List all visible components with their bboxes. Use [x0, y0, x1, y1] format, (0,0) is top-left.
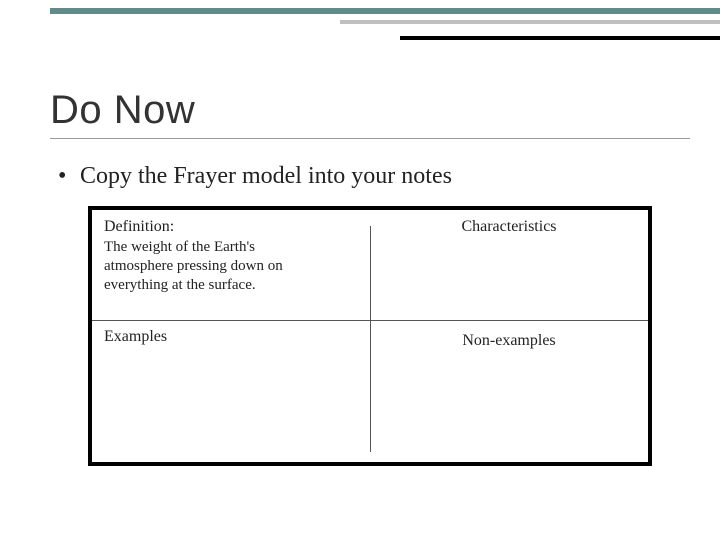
examples-label: Examples: [104, 328, 167, 345]
quadrant-definition: Definition: The weight of the Earth's at…: [92, 210, 370, 320]
accent-bar-black: [400, 36, 720, 40]
bullet-text: Copy the Frayer model into your notes: [80, 163, 452, 189]
accent-bar-gray: [340, 20, 720, 24]
definition-label: Definition:: [104, 218, 358, 236]
bullet-marker: •: [58, 163, 74, 190]
frayer-model-grid: Definition: The weight of the Earth's at…: [88, 206, 652, 466]
definition-text: The weight of the Earth's atmosphere pre…: [104, 238, 324, 294]
slide-top-decoration: [0, 0, 720, 40]
quadrant-characteristics: Characteristics: [370, 210, 648, 320]
nonexamples-label: Non-examples: [462, 332, 555, 349]
characteristics-label: Characteristics: [461, 218, 556, 235]
title-underline: [50, 138, 690, 139]
quadrant-nonexamples: Non-examples: [370, 320, 648, 460]
accent-bar-teal: [50, 8, 720, 14]
quadrant-examples: Examples: [92, 320, 370, 460]
slide-title: Do Now: [50, 88, 195, 133]
bullet-instruction: • Copy the Frayer model into your notes: [58, 163, 452, 190]
